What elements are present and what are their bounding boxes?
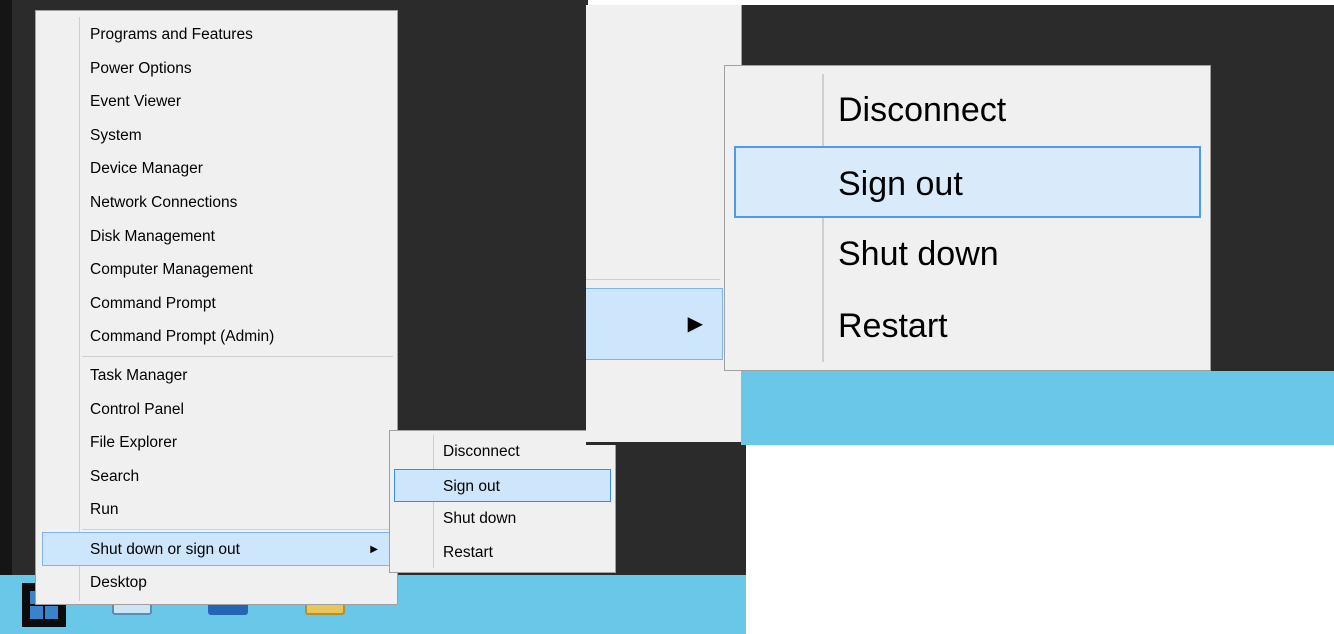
menu-item-disk-management[interactable]: Disk Management [36, 220, 397, 254]
menu-item-shut-down-or-sign-out[interactable]: Shut down or sign out ▶ [42, 531, 393, 566]
menu-item-run[interactable]: Run [36, 493, 397, 527]
submenu-item-sign-out[interactable]: Sign out [394, 468, 611, 503]
menu-item-network-connections[interactable]: Network Connections [36, 186, 397, 220]
menu-item-label: Shut down or sign out [90, 540, 240, 558]
menu-item-file-explorer[interactable]: File Explorer [36, 426, 397, 460]
winx-menu: Programs and Features Power Options Even… [35, 10, 398, 605]
submenu-item-disconnect-zoomed[interactable]: Disconnect [725, 74, 1210, 146]
desktop-edge [0, 0, 12, 634]
submenu-item-shut-down-zoomed[interactable]: Shut down [725, 218, 1210, 290]
submenu-item-restart-zoomed[interactable]: Restart [725, 290, 1210, 362]
menu-item-shut-down-or-sign-out-zoomed[interactable]: ▶ [586, 288, 723, 360]
taskbar-zoomed [741, 371, 1334, 445]
submenu-item-restart[interactable]: Restart [390, 536, 615, 570]
menu-item-system[interactable]: System [36, 119, 397, 153]
menu-item-task-manager[interactable]: Task Manager [36, 359, 397, 393]
shutdown-submenu-zoomed: Disconnect Sign out Shut down Restart [724, 65, 1211, 371]
submenu-item-sign-out-zoomed[interactable]: Sign out [734, 146, 1201, 218]
menu-item-command-prompt[interactable]: Command Prompt [36, 287, 397, 321]
menu-item-command-prompt-admin[interactable]: Command Prompt (Admin) [36, 320, 397, 354]
shutdown-submenu: Disconnect Sign out Shut down Restart [389, 430, 616, 573]
submenu-item-shut-down[interactable]: Shut down [390, 502, 615, 536]
menu-item-computer-management[interactable]: Computer Management [36, 253, 397, 287]
parent-menu-fragment: ▶ [586, 5, 742, 442]
menu-separator [82, 528, 393, 530]
menu-item-power-options[interactable]: Power Options [36, 52, 397, 86]
submenu-item-disconnect[interactable]: Disconnect [390, 435, 615, 469]
menu-item-device-manager[interactable]: Device Manager [36, 152, 397, 186]
menu-separator [82, 355, 393, 357]
zoomed-screenshot: ▶ Disconnect Sign out Shut down Restart [586, 5, 1334, 445]
menu-item-control-panel[interactable]: Control Panel [36, 393, 397, 427]
menu-item-event-viewer[interactable]: Event Viewer [36, 85, 397, 119]
menu-item-search[interactable]: Search [36, 460, 397, 494]
chevron-right-icon: ▶ [370, 543, 378, 555]
menu-item-programs-and-features[interactable]: Programs and Features [36, 18, 397, 52]
chevron-right-icon: ▶ [687, 311, 703, 335]
menu-item-desktop[interactable]: Desktop [36, 566, 397, 600]
menu-separator [586, 279, 720, 280]
